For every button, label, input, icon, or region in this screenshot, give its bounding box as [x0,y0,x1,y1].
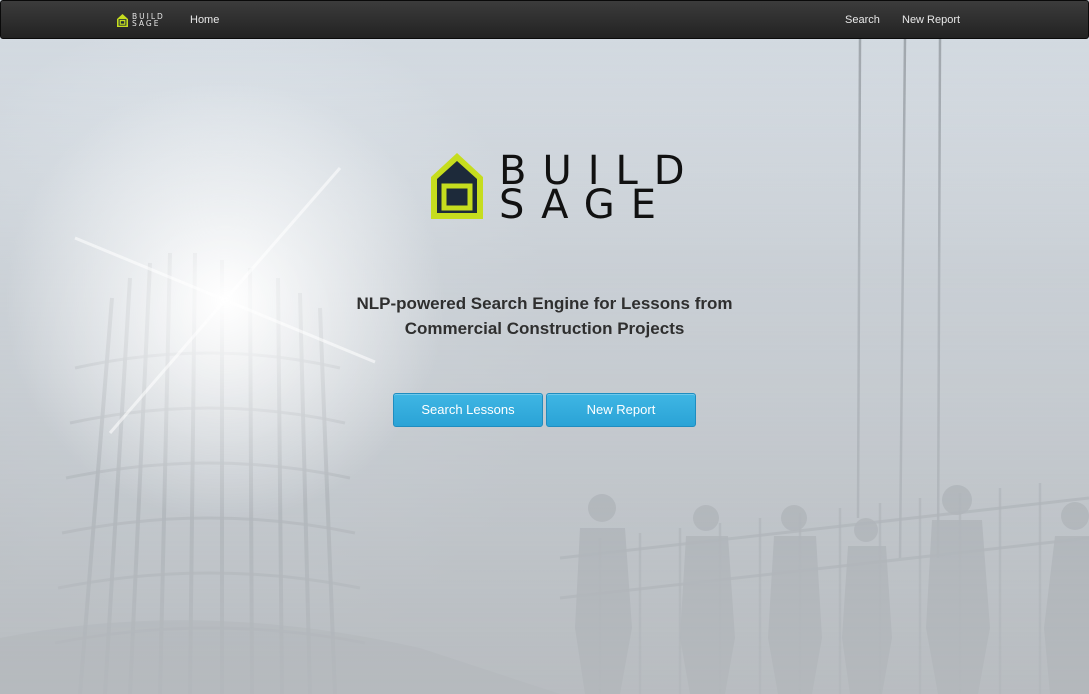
top-navbar: BUILD SAGE Home Search New Report [0,0,1089,39]
new-report-button[interactable]: New Report [546,393,696,427]
hero-logo-line2: SAGE [499,182,673,228]
nav-home-link[interactable]: Home [190,1,219,38]
hero-background: BUILD SAGE NLP-powered Search Engine for… [0,38,1089,694]
search-lessons-button[interactable]: Search Lessons [393,393,543,427]
hero-logo: BUILD SAGE [431,151,685,228]
navbar-brand[interactable]: BUILD SAGE [116,11,165,29]
nav-search-link[interactable]: Search [845,1,880,38]
house-logo-icon [431,153,483,219]
navbar-brand-text: BUILD SAGE [132,12,165,28]
navbar-brand-line2: SAGE [132,19,161,28]
nav-new-report-link[interactable]: New Report [902,1,960,38]
house-logo-icon [117,13,128,27]
construction-site-background-image [0,38,1089,694]
hero-tagline: NLP-powered Search Engine for Lessons fr… [356,294,733,338]
page: BUILD SAGE Home Search New Report BUILD … [0,0,1089,694]
